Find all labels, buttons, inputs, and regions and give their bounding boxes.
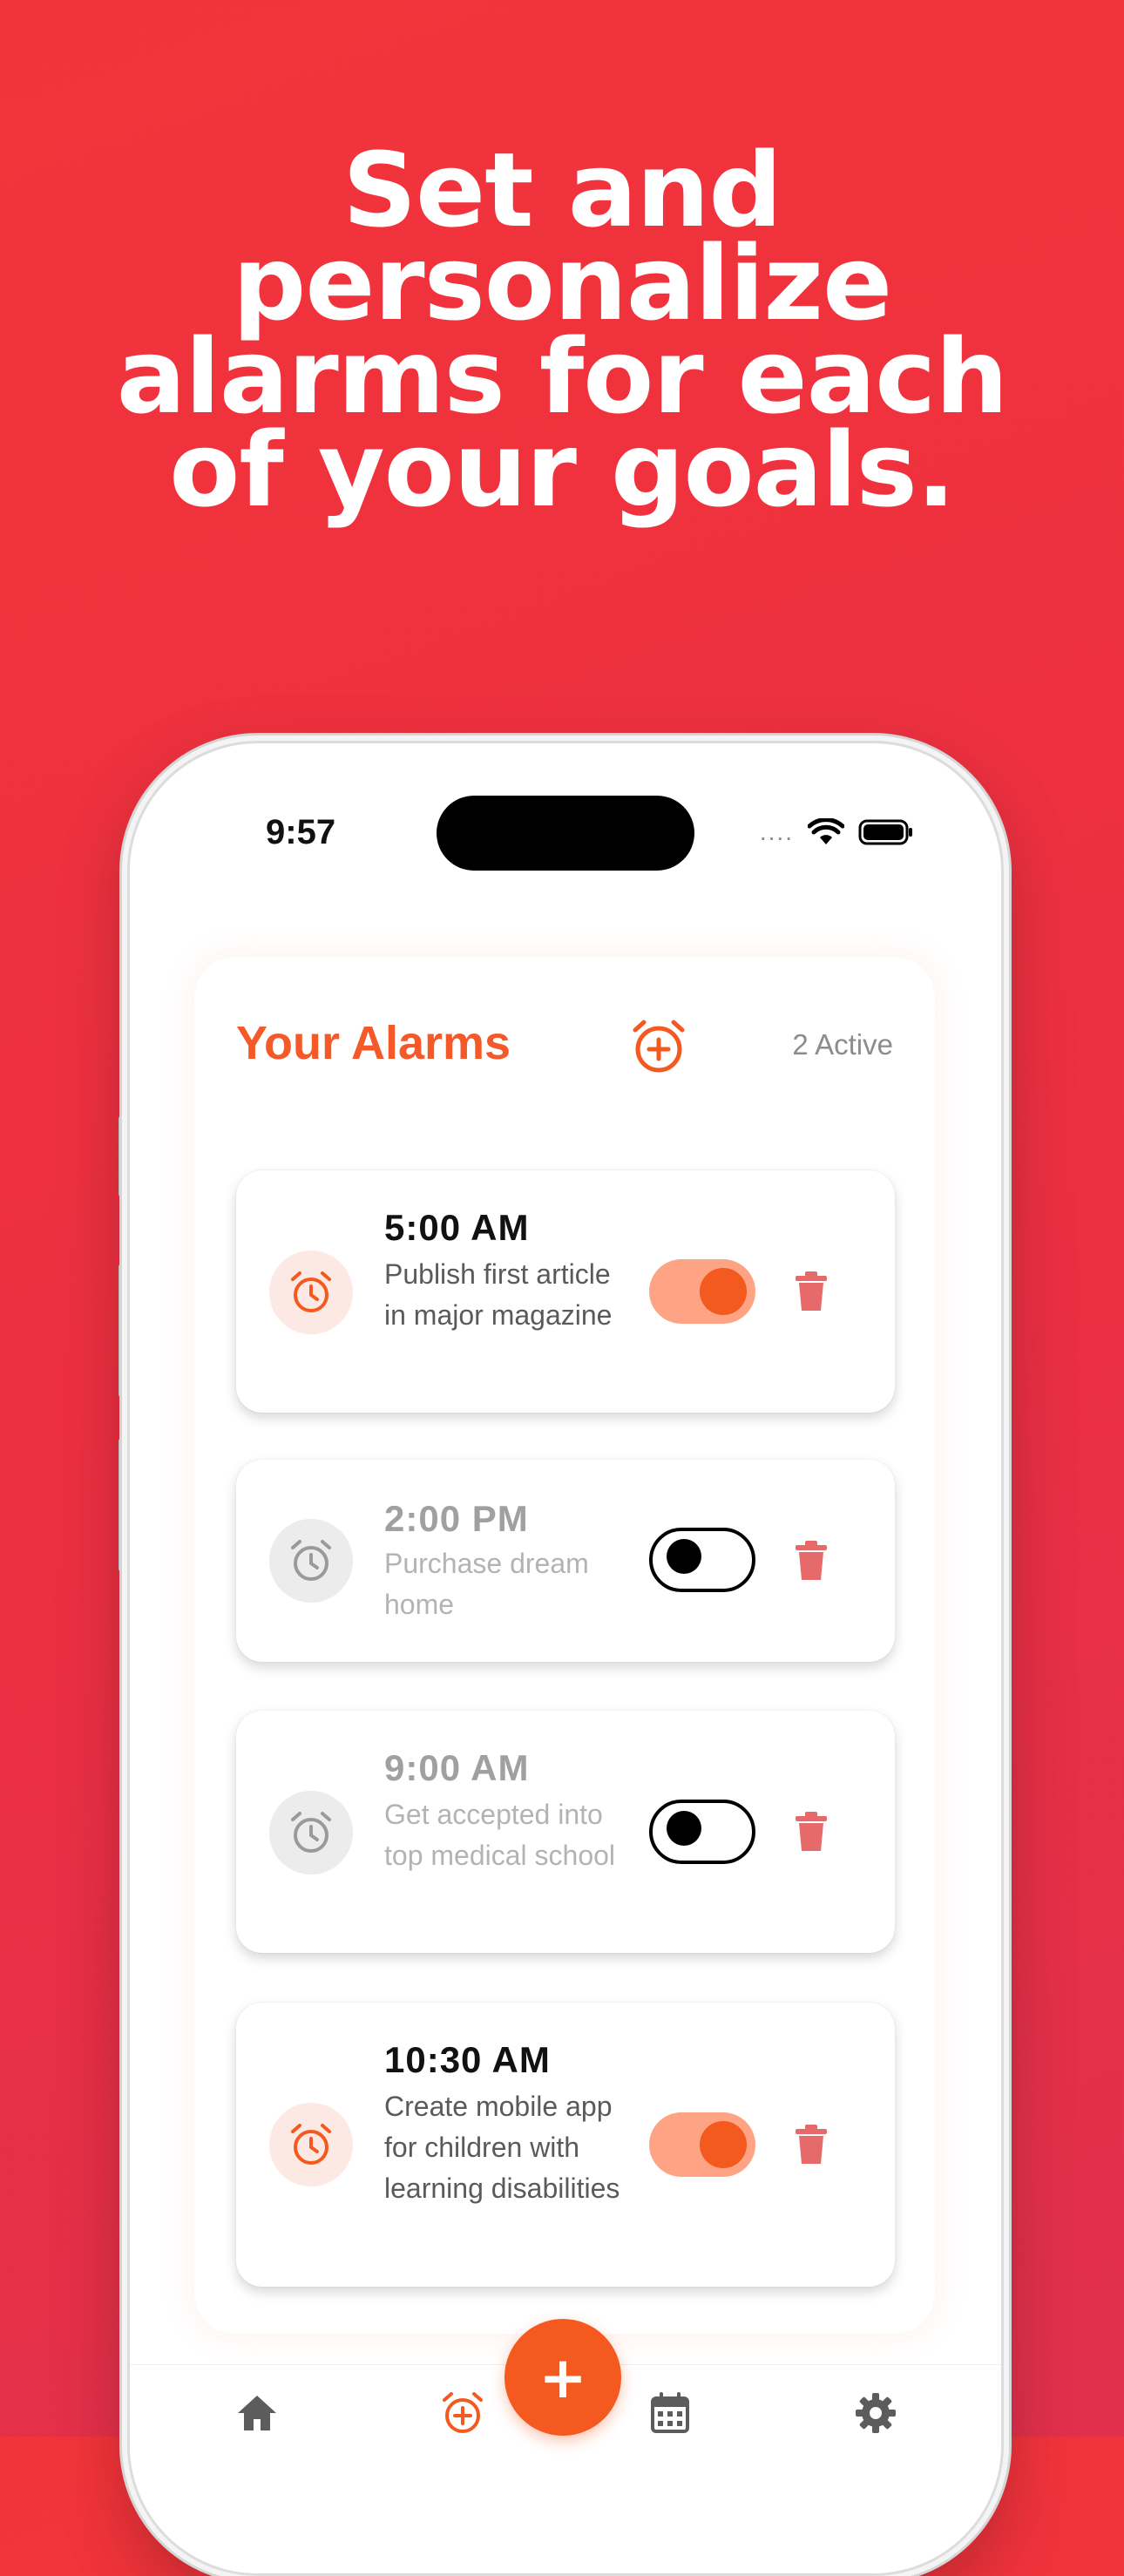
alarm-card[interactable]: 10:30 AM Create mobile app for children …: [236, 2003, 895, 2287]
alarm-time: 10:30 AM: [384, 2039, 551, 2080]
headline-line-4: of your goals.: [169, 410, 955, 530]
signal-dots: ....: [759, 818, 794, 845]
alarm-icon-badge: [269, 1791, 353, 1874]
alarm-clock-icon: [291, 1271, 331, 1312]
dynamic-island: [437, 796, 694, 871]
alarm-description: Get accepted into top medical school: [384, 1799, 616, 1871]
alarm-add-icon[interactable]: [440, 2390, 485, 2436]
add-alarm-fab[interactable]: +: [504, 2319, 621, 2436]
alarm-card[interactable]: 2:00 PM Purchase dream home: [236, 1460, 895, 1662]
alarm-clock-icon: [291, 2124, 331, 2165]
alarm-toggle[interactable]: [649, 1800, 755, 1864]
alarm-icon-badge: [269, 2103, 353, 2186]
alarm-time: 2:00 PM: [384, 1498, 529, 1539]
trash-icon[interactable]: [794, 2124, 829, 2166]
alarm-time: 9:00 AM: [384, 1747, 530, 1788]
alarm-toggle[interactable]: [649, 1259, 755, 1324]
headline: Set and personalize alarms for each of y…: [0, 139, 1124, 530]
toggle-knob: [700, 1268, 747, 1315]
alarm-toggle[interactable]: [649, 1528, 755, 1592]
home-icon[interactable]: [234, 2390, 280, 2436]
settings-icon[interactable]: [853, 2390, 898, 2436]
alarm-description: Publish first article in major magazine: [384, 1258, 613, 1331]
alarm-card[interactable]: 5:00 AM Publish first article in major m…: [236, 1170, 895, 1413]
alarm-clock-icon: [291, 1812, 331, 1853]
alarm-description: Create mobile app for children with lear…: [384, 2091, 620, 2204]
battery-icon: [858, 819, 912, 845]
toggle-knob: [700, 2121, 747, 2168]
calendar-icon[interactable]: [647, 2390, 693, 2436]
alarm-toggle[interactable]: [649, 2112, 755, 2177]
wifi-icon: [808, 818, 844, 844]
alarm-clock-icon: [291, 1540, 331, 1581]
active-count: 2 Active: [792, 1028, 893, 1061]
trash-icon[interactable]: [794, 1271, 829, 1312]
alarm-card[interactable]: 9:00 AM Get accepted into top medical sc…: [236, 1711, 895, 1953]
trash-icon[interactable]: [794, 1811, 829, 1853]
alarm-icon-badge: [269, 1251, 353, 1334]
alarm-time: 5:00 AM: [384, 1207, 530, 1248]
phone-frame: 9:57 .... Your Alarms 2 Active 5:00 AM P…: [127, 741, 1004, 2576]
status-icons: ....: [760, 818, 914, 846]
trash-icon[interactable]: [794, 1540, 829, 1582]
panel-title: Your Alarms: [236, 1017, 511, 1069]
alarm-description: Purchase dream home: [384, 1548, 589, 1620]
alarm-icon-badge: [269, 1519, 353, 1603]
alarms-panel: Your Alarms 2 Active 5:00 AM Publish fir…: [194, 957, 935, 2334]
toggle-knob: [667, 1811, 701, 1846]
toggle-knob: [667, 1539, 701, 1574]
status-time: 9:57: [266, 813, 336, 851]
alarm-add-icon[interactable]: [630, 1018, 687, 1075]
